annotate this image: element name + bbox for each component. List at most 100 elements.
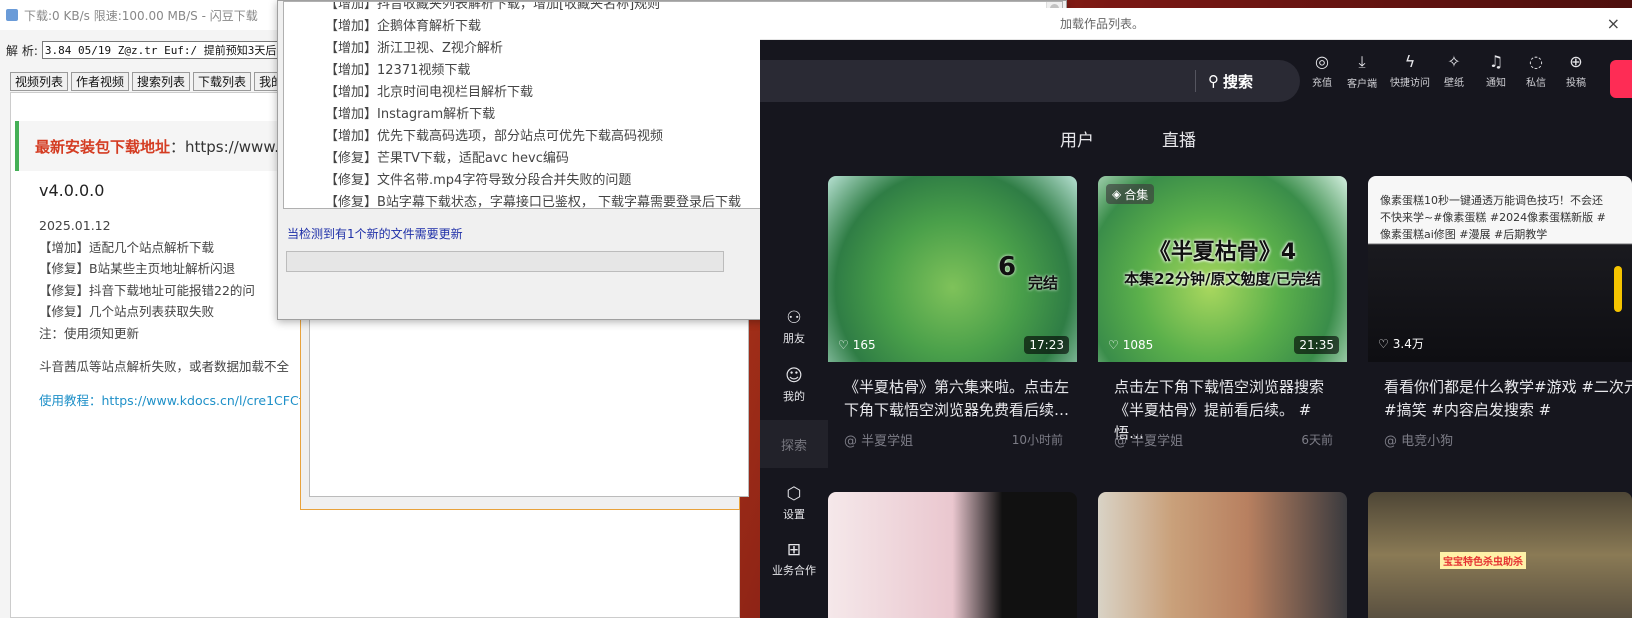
app-logo-icon [6,9,18,21]
banner-title: 最新安装包下载地址 [35,137,171,156]
video-thumbnail[interactable]: ◈ 合集 《半夏枯骨》4 本集22分钟/原文勉度/已完结 ♡ 1085 21:35 [1098,176,1347,362]
message-button[interactable]: ◌ 私信 [1514,52,1558,89]
client-button[interactable]: ⤓ 客户端 [1340,52,1384,90]
background-dialog-body [309,305,749,497]
wallpaper-icon: ✧ [1447,52,1461,71]
tab-search-list[interactable]: 搜索列表 [132,72,191,91]
video-author[interactable]: @ 半夏学姐 [844,430,913,449]
settings-icon: ⬡ [786,484,802,504]
video-time: 6天前 [1301,433,1333,447]
sidebar-item-explore[interactable]: 探索 [760,420,828,468]
download-banner: 最新安装包下载地址 ：https://www.l [15,121,315,171]
like-count: ♡ 1085 [1108,338,1153,352]
sidebar-item-settings[interactable]: ⬡ 设置 [760,484,828,522]
parse-input[interactable] [41,41,310,59]
sidebar-item-mine[interactable]: ☺ 我的 [760,366,828,404]
video-thumbnail[interactable] [1098,492,1347,618]
result-tabs: 用户 直播 [1060,126,1196,151]
collection-badge: ◈ 合集 [1106,184,1155,204]
heart-icon: ♡ [1108,338,1119,352]
grid-icon: ⊞ [786,540,802,560]
search-input[interactable]: ⚲ 搜索 [760,60,1300,102]
video-thumbnail[interactable]: 6 完结 ♡ 165 17:23 [828,176,1077,362]
video-card[interactable]: 像素蛋糕10秒一键通透万能调色技巧！不会还不快来学~#像素蛋糕 #2024像素蛋… [1368,176,1632,466]
poster-status: 完结 [1028,274,1059,292]
notification-button[interactable]: ♫ 通知 [1474,52,1518,89]
video-thumbnail[interactable]: 宝宝特色杀虫助杀 [1368,492,1632,618]
topbar-text: 加载作品列表。 [1060,17,1145,31]
like-count: ♡ 165 [838,338,876,352]
video-thumbnail[interactable]: 像素蛋糕10秒一键通透万能调色技巧！不会还不快来学~#像素蛋糕 #2024像素蛋… [1368,176,1632,362]
left-sidebar: ⚇ 朋友 ☺ 我的 探索 ⬡ 设置 ⊞ 业务合作 [760,308,828,618]
quick-access-label: 快捷访问 [1390,78,1430,89]
message-icon: ◌ [1529,52,1543,71]
heart-icon: ♡ [838,338,849,352]
currency-icon: ◎ [1315,52,1329,71]
browser-topbar: 加载作品列表。 × [760,8,1632,40]
video-duration: 17:23 [1024,336,1069,354]
client-label: 客户端 [1347,79,1377,90]
collection-label: 合集 [1124,187,1149,202]
search-button[interactable]: ⚲ 搜索 [1195,70,1253,92]
like-value: 165 [852,338,876,352]
upload-label: 投稿 [1566,78,1586,89]
video-author[interactable]: @ 电竞小狗 [1384,430,1453,449]
background-dialog [300,300,749,510]
browser-window: 加载作品列表。 × ⚲ 搜索 ◎ 充值 ⤓ 客户端 ϟ 快捷访问 ✧ 壁纸 ♫ … [760,8,1632,618]
poster-subtitle: 本集22分钟/原文勉度/已完结 [1124,270,1321,288]
site-header: ⚲ 搜索 ◎ 充值 ⤓ 客户端 ϟ 快捷访问 ✧ 壁纸 ♫ 通知 ◌ 私信 ⊕ … [760,40,1632,122]
message-label: 私信 [1526,78,1546,89]
quick-access-button[interactable]: ϟ 快捷访问 [1388,52,1432,89]
volume-bar [1614,266,1622,312]
video-card[interactable]: ◈ 合集 《半夏枯骨》4 本集22分钟/原文勉度/已完结 ♡ 1085 21:35 … [1098,176,1347,466]
app-tabs: 视频列表 作者视频 搜索列表 下载列表 我的收 [10,72,301,91]
search-label: 搜索 [1223,72,1254,91]
friends-icon: ⚇ [786,308,802,328]
user-icon: ☺ [785,366,803,386]
download-icon: ⤓ [1358,52,1366,71]
tab-author-videos[interactable]: 作者视频 [71,72,130,91]
upload-icon: ⊕ [1569,52,1583,71]
video-card[interactable]: 6 完结 ♡ 165 17:23 《半夏枯骨》第六集来啦。点击左下角下载悟空浏览器… [828,176,1077,466]
thumbnail-badge: 宝宝特色杀虫助杀 [1440,552,1526,569]
wallpaper-label: 壁纸 [1444,78,1464,89]
bolt-icon: ϟ [1404,52,1416,71]
bell-icon: ♫ [1488,52,1504,71]
login-button[interactable] [1610,60,1632,98]
wallpaper-button[interactable]: ✧ 壁纸 [1432,52,1476,89]
sidebar-label: 设置 [783,508,805,521]
thumbnail-caption: 像素蛋糕10秒一键通透万能调色技巧！不会还不快来学~#像素蛋糕 #2024像素蛋… [1380,194,1606,241]
video-author[interactable]: @ 半夏学姐 [1114,430,1183,449]
note-line: 注：使用须知更新 [39,325,140,341]
layers-icon: ◈ [1112,187,1122,201]
update-progress-bar [286,251,724,272]
heart-icon: ♡ [1378,336,1389,351]
titlebar-status: 下载:0 KB/s 限速:100.00 MB/S - 闪豆下载 [24,8,258,23]
video-title[interactable]: 《半夏枯骨》第六集来啦。点击左下角下载悟空浏览器免费看后续… [844,376,1069,422]
video-title[interactable]: 看看你们都是什么教学#游戏 #二次元 #搞笑 #内容启发搜索 # [1384,376,1632,422]
tutorial-link[interactable]: 使用教程：https://www.kdocs.cn/l/cre1CFCf [39,390,329,412]
video-time: 10小时前 [1011,433,1063,447]
tab-users[interactable]: 用户 [1060,126,1094,151]
sidebar-label: 业务合作 [772,564,816,577]
recharge-button[interactable]: ◎ 充值 [1300,52,1344,89]
video-duration: 21:35 [1294,336,1339,354]
tab-video-list[interactable]: 视频列表 [10,72,69,91]
upload-button[interactable]: ⊕ 投稿 [1554,52,1598,89]
like-value: 1085 [1122,338,1154,352]
close-icon[interactable]: × [1607,14,1620,33]
tab-live[interactable]: 直播 [1162,126,1196,151]
sidebar-label: 朋友 [783,332,805,345]
like-value: 3.4万 [1392,337,1424,351]
poster-episode: 6 [998,252,1017,282]
version-label: v4.0.0.0 [39,181,105,200]
parse-label: 解 析: [6,43,38,58]
banner-url[interactable]: ：https://www.l [170,136,283,157]
notification-label: 通知 [1486,78,1506,89]
video-thumbnail[interactable] [828,492,1077,618]
tab-download-list[interactable]: 下载列表 [193,72,252,91]
sidebar-item-friends[interactable]: ⚇ 朋友 [760,308,828,346]
update-message: 当检测到有1个新的文件需要更新 [287,227,463,241]
sidebar-item-business[interactable]: ⊞ 业务合作 [760,540,828,578]
recharge-label: 充值 [1312,78,1332,89]
